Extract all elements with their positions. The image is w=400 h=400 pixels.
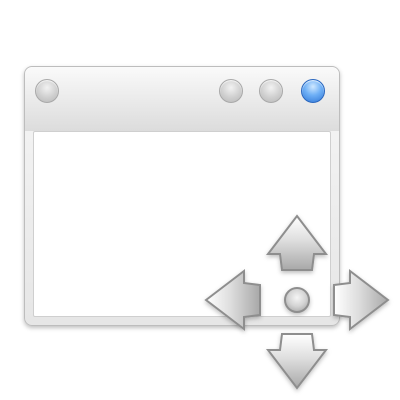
maximize-button[interactable]	[259, 79, 283, 103]
arrow-left-icon	[204, 268, 261, 332]
minimize-button[interactable]	[219, 79, 243, 103]
close-button[interactable]	[301, 79, 325, 103]
window-titlebar	[25, 67, 339, 131]
arrow-right-icon	[333, 268, 390, 332]
arrow-down-icon	[265, 333, 329, 390]
center-dot-icon	[284, 287, 310, 313]
move-window-icon	[0, 0, 400, 400]
arrow-up-icon	[265, 214, 329, 271]
move-cursor-icon	[204, 214, 390, 390]
window-menu-button[interactable]	[35, 79, 59, 103]
